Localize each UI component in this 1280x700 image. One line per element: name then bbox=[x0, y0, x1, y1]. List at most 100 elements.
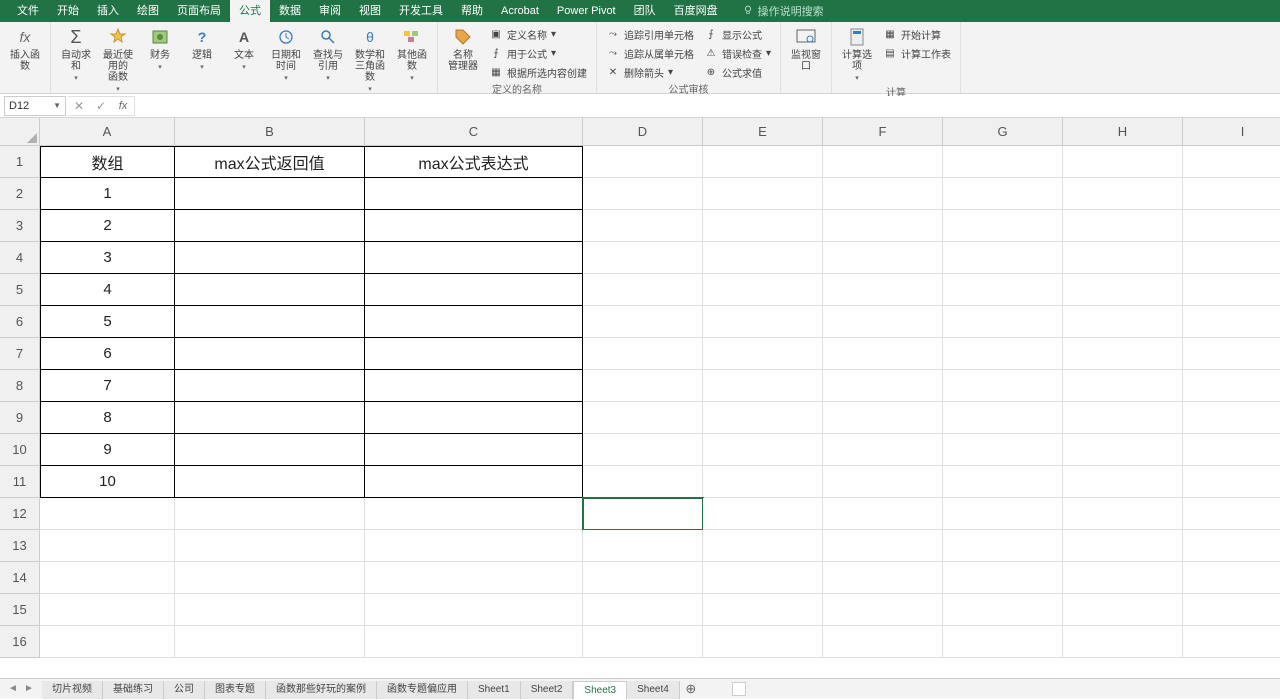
autosum-button[interactable]: Σ 自动求和▾ bbox=[57, 24, 95, 84]
cell-A6[interactable]: 5 bbox=[40, 306, 175, 338]
cell-H14[interactable] bbox=[1063, 562, 1183, 594]
cell-G12[interactable] bbox=[943, 498, 1063, 530]
cell-C13[interactable] bbox=[365, 530, 583, 562]
cell-A8[interactable]: 7 bbox=[40, 370, 175, 402]
cell-F16[interactable] bbox=[823, 626, 943, 658]
cell-E7[interactable] bbox=[703, 338, 823, 370]
cell-H9[interactable] bbox=[1063, 402, 1183, 434]
cell-C12[interactable] bbox=[365, 498, 583, 530]
row-header-16[interactable]: 16 bbox=[0, 626, 40, 658]
cell-A15[interactable] bbox=[40, 594, 175, 626]
cell-E5[interactable] bbox=[703, 274, 823, 306]
name-manager-button[interactable]: 名称 管理器 bbox=[444, 24, 482, 72]
cell-C2[interactable] bbox=[365, 178, 583, 210]
evaluate-formula-button[interactable]: ⊕公式求值 bbox=[701, 64, 774, 81]
cell-B8[interactable] bbox=[175, 370, 365, 402]
row-header-4[interactable]: 4 bbox=[0, 242, 40, 274]
cell-F8[interactable] bbox=[823, 370, 943, 402]
cell-E14[interactable] bbox=[703, 562, 823, 594]
sheet-tab-7[interactable]: Sheet2 bbox=[521, 681, 574, 699]
cell-B12[interactable] bbox=[175, 498, 365, 530]
cell-F2[interactable] bbox=[823, 178, 943, 210]
enter-button[interactable]: ✓ bbox=[90, 97, 112, 115]
use-in-formula-button[interactable]: ⨍用于公式 ▾ bbox=[486, 45, 590, 62]
menu-tab-12[interactable]: Power Pivot bbox=[548, 0, 625, 22]
cell-E10[interactable] bbox=[703, 434, 823, 466]
cell-B11[interactable] bbox=[175, 466, 365, 498]
select-all-corner[interactable] bbox=[0, 118, 40, 146]
cell-A10[interactable]: 9 bbox=[40, 434, 175, 466]
cell-D12[interactable] bbox=[583, 498, 703, 530]
horizontal-scrollbar[interactable] bbox=[732, 682, 1260, 696]
new-sheet-button[interactable]: ⊕ bbox=[680, 681, 702, 697]
row-header-1[interactable]: 1 bbox=[0, 146, 40, 178]
cell-H2[interactable] bbox=[1063, 178, 1183, 210]
row-header-11[interactable]: 11 bbox=[0, 466, 40, 498]
financial-button[interactable]: 财务▾ bbox=[141, 24, 179, 73]
cell-F5[interactable] bbox=[823, 274, 943, 306]
cell-I10[interactable] bbox=[1183, 434, 1280, 466]
cell-E16[interactable] bbox=[703, 626, 823, 658]
cell-C10[interactable] bbox=[365, 434, 583, 466]
cell-E12[interactable] bbox=[703, 498, 823, 530]
cell-I7[interactable] bbox=[1183, 338, 1280, 370]
create-from-selection-button[interactable]: ▦根据所选内容创建 bbox=[486, 64, 590, 81]
error-checking-button[interactable]: ⚠错误检查 ▾ bbox=[701, 45, 774, 62]
cell-F3[interactable] bbox=[823, 210, 943, 242]
cell-G6[interactable] bbox=[943, 306, 1063, 338]
cell-F6[interactable] bbox=[823, 306, 943, 338]
cell-I2[interactable] bbox=[1183, 178, 1280, 210]
row-header-10[interactable]: 10 bbox=[0, 434, 40, 466]
cell-A2[interactable]: 1 bbox=[40, 178, 175, 210]
cell-B15[interactable] bbox=[175, 594, 365, 626]
cell-H11[interactable] bbox=[1063, 466, 1183, 498]
cell-A9[interactable]: 8 bbox=[40, 402, 175, 434]
cell-C5[interactable] bbox=[365, 274, 583, 306]
cell-E15[interactable] bbox=[703, 594, 823, 626]
cell-H6[interactable] bbox=[1063, 306, 1183, 338]
cell-I12[interactable] bbox=[1183, 498, 1280, 530]
column-header-B[interactable]: B bbox=[175, 118, 365, 146]
row-header-15[interactable]: 15 bbox=[0, 594, 40, 626]
menu-tab-3[interactable]: 绘图 bbox=[128, 0, 168, 22]
menu-tab-8[interactable]: 视图 bbox=[350, 0, 390, 22]
cell-I3[interactable] bbox=[1183, 210, 1280, 242]
cell-B6[interactable] bbox=[175, 306, 365, 338]
cell-B4[interactable] bbox=[175, 242, 365, 274]
more-functions-button[interactable]: 其他函数▾ bbox=[393, 24, 431, 84]
cell-C4[interactable] bbox=[365, 242, 583, 274]
calculate-sheet-button[interactable]: ▤计算工作表 bbox=[880, 45, 954, 62]
cell-A1[interactable]: 数组 bbox=[40, 146, 175, 178]
menu-tab-10[interactable]: 帮助 bbox=[452, 0, 492, 22]
remove-arrows-button[interactable]: ✕删除箭头 ▾ bbox=[603, 64, 697, 81]
trace-dependents-button[interactable]: ⤳追踪从属单元格 bbox=[603, 45, 697, 62]
cell-B14[interactable] bbox=[175, 562, 365, 594]
row-header-9[interactable]: 9 bbox=[0, 402, 40, 434]
cell-G7[interactable] bbox=[943, 338, 1063, 370]
cell-G11[interactable] bbox=[943, 466, 1063, 498]
menu-tab-4[interactable]: 页面布局 bbox=[168, 0, 230, 22]
cell-E9[interactable] bbox=[703, 402, 823, 434]
cell-A14[interactable] bbox=[40, 562, 175, 594]
cell-F12[interactable] bbox=[823, 498, 943, 530]
cell-B13[interactable] bbox=[175, 530, 365, 562]
cell-B1[interactable]: max公式返回值 bbox=[175, 146, 365, 178]
menu-tab-6[interactable]: 数据 bbox=[270, 0, 310, 22]
cell-I13[interactable] bbox=[1183, 530, 1280, 562]
row-header-6[interactable]: 6 bbox=[0, 306, 40, 338]
cell-G2[interactable] bbox=[943, 178, 1063, 210]
cell-D4[interactable] bbox=[583, 242, 703, 274]
sheet-tab-6[interactable]: Sheet1 bbox=[468, 681, 521, 699]
cell-F11[interactable] bbox=[823, 466, 943, 498]
cell-D6[interactable] bbox=[583, 306, 703, 338]
calc-options-button[interactable]: 计算选项▾ bbox=[838, 24, 876, 84]
menu-tab-11[interactable]: Acrobat bbox=[492, 0, 548, 22]
cell-F4[interactable] bbox=[823, 242, 943, 274]
cell-H8[interactable] bbox=[1063, 370, 1183, 402]
row-header-7[interactable]: 7 bbox=[0, 338, 40, 370]
row-header-3[interactable]: 3 bbox=[0, 210, 40, 242]
menu-tab-1[interactable]: 开始 bbox=[48, 0, 88, 22]
row-header-5[interactable]: 5 bbox=[0, 274, 40, 306]
cell-H5[interactable] bbox=[1063, 274, 1183, 306]
cell-E13[interactable] bbox=[703, 530, 823, 562]
